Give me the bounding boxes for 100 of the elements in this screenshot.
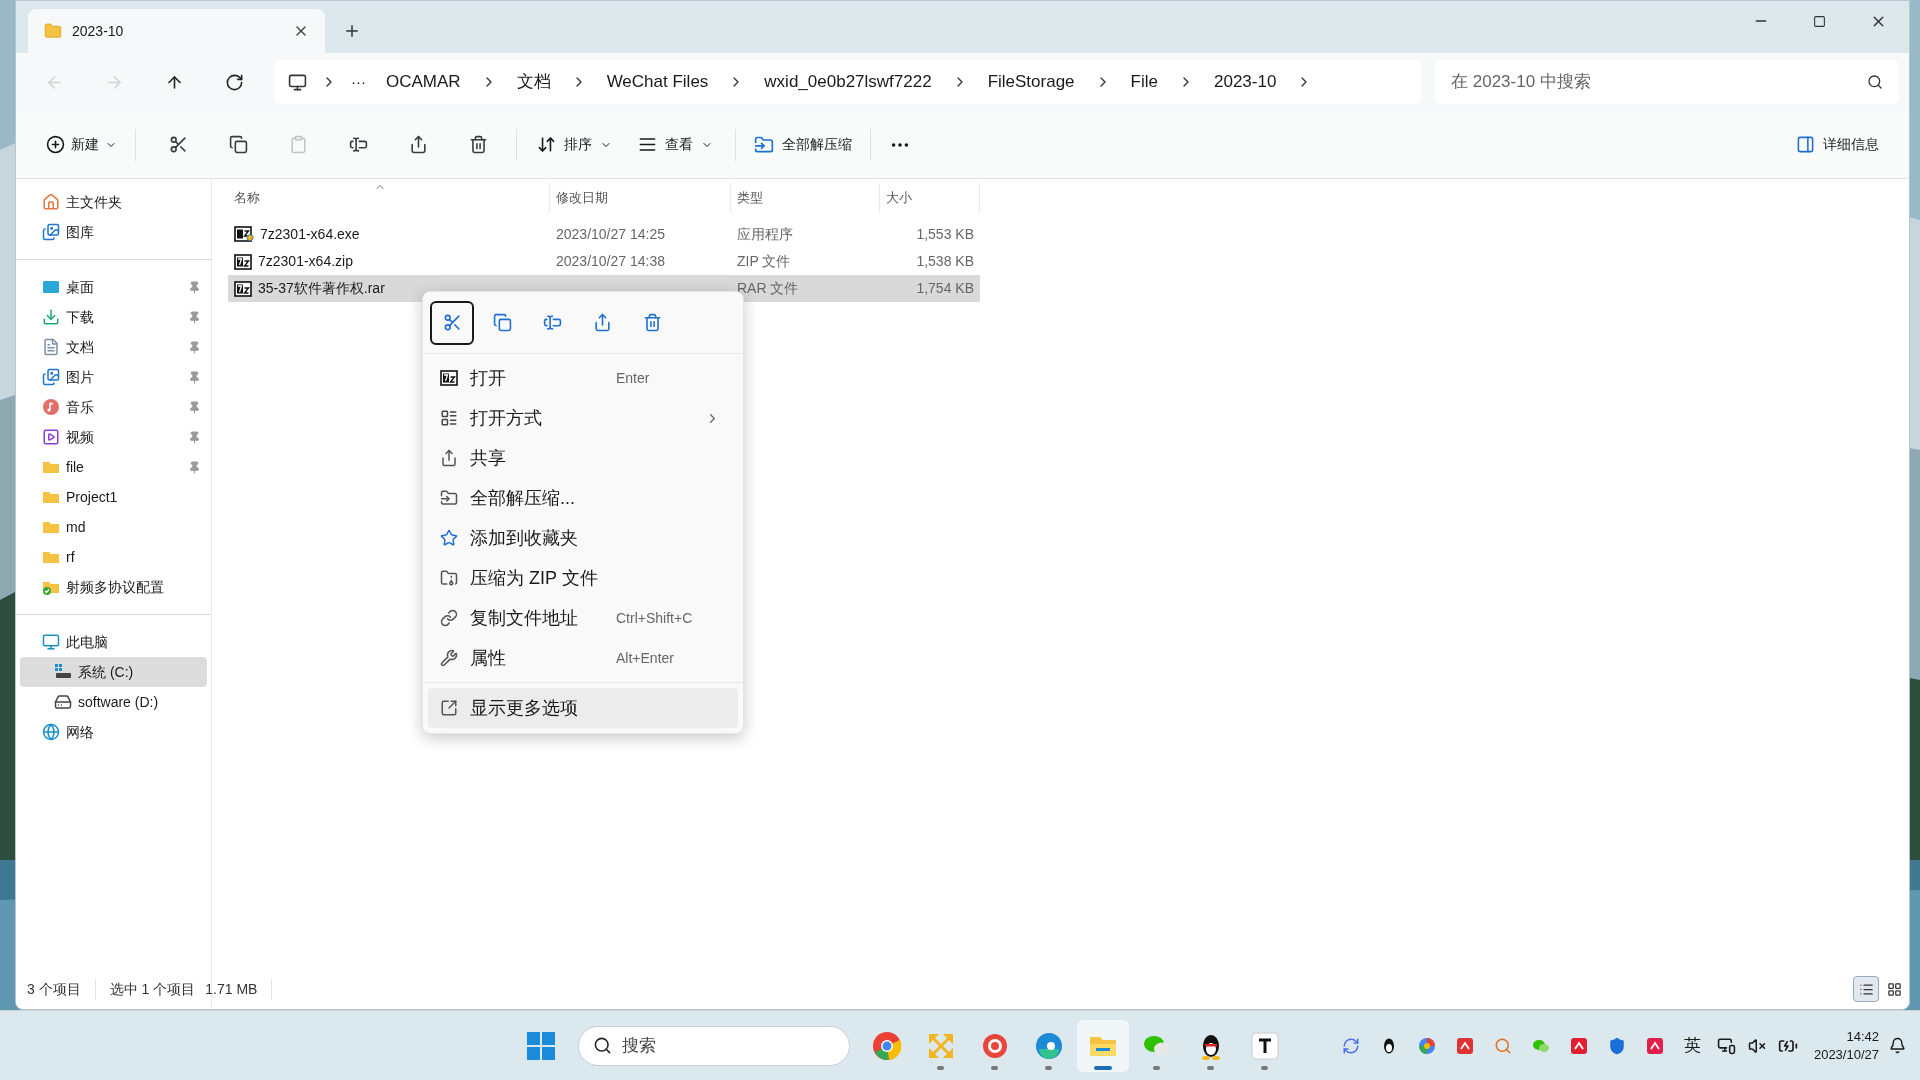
tab[interactable]: 2023-10 — [28, 9, 325, 53]
list-icon — [1858, 981, 1874, 997]
mute-icon[interactable] — [1747, 1036, 1766, 1055]
file-row[interactable]: 7z2301-x64.zip 2023/10/27 14:38 ZIP 文件 1,538 KB — [228, 248, 980, 275]
column-header[interactable]: 名称 — [228, 183, 550, 213]
file-size: 1,754 KB — [915, 279, 975, 298]
desktop-icon — [42, 278, 60, 296]
sidebar-item[interactable]: Project1 — [20, 482, 207, 512]
open-with-icon — [440, 409, 458, 427]
breadcrumb[interactable]: FileStorage — [981, 69, 1081, 95]
app-icon[interactable] — [1455, 1036, 1474, 1055]
sidebar-item[interactable]: 桌面 — [20, 272, 207, 302]
menu-item[interactable]: 复制文件地址 Ctrl+Shift+C — [428, 598, 738, 638]
sidebar-item[interactable]: 下载 — [20, 302, 207, 332]
breadcrumb[interactable]: wxid_0e0b27lswf7222 — [758, 69, 938, 95]
tab-title: 2023-10 — [72, 21, 125, 41]
sidebar-item[interactable]: software (D:) — [20, 687, 207, 717]
shield-icon[interactable] — [1607, 1036, 1626, 1055]
share-icon — [408, 135, 428, 154]
app-icon[interactable] — [1569, 1036, 1588, 1055]
trash-icon — [642, 313, 662, 332]
sidebar-item[interactable]: 主文件夹 — [20, 187, 207, 217]
sort-button[interactable]: 排序 — [525, 124, 624, 165]
file-name: 7z2301-x64.exe — [260, 225, 360, 244]
browser-icon[interactable] — [871, 1030, 902, 1061]
sidebar-item[interactable]: 射频多协议配置 — [20, 572, 207, 602]
refresh-icon[interactable] — [224, 72, 244, 92]
app-icon[interactable] — [1417, 1036, 1436, 1055]
sidebar-item[interactable]: 音乐 — [20, 392, 207, 422]
search-icon[interactable] — [1493, 1036, 1512, 1055]
menu-item[interactable]: 添加到收藏夹 — [428, 518, 738, 558]
extract-button[interactable]: 全部解压缩 — [744, 124, 862, 165]
document-icon — [42, 338, 60, 356]
sidebar-item[interactable]: 视频 — [20, 422, 207, 452]
menu-item[interactable]: 显示更多选项 — [428, 688, 738, 728]
menu-item[interactable]: 打开 Enter — [428, 358, 738, 398]
network-icon[interactable] — [1716, 1036, 1736, 1055]
editor-icon[interactable] — [1249, 1030, 1280, 1061]
breadcrumb[interactable]: OCAMAR — [380, 69, 467, 95]
path-icon — [440, 609, 458, 627]
search-field[interactable]: 在 2023-10 中搜索 — [1435, 60, 1899, 104]
rename-icon — [348, 135, 368, 154]
drive-icon — [54, 693, 72, 711]
breadcrumb[interactable]: 2023-10 — [1208, 69, 1283, 95]
scissors-button[interactable] — [430, 300, 474, 345]
home-icon — [42, 193, 60, 211]
selection-size: 1.71 MB — [205, 978, 273, 1000]
sidebar-item[interactable]: md — [20, 512, 207, 542]
address-bar[interactable]: ··· OCAMAR 文档 WeChat Files wxid_0e0b27lswf7222 FileStorage File 2023-10 — [274, 60, 1421, 104]
sync-icon[interactable] — [1341, 1036, 1360, 1055]
sidebar-item[interactable]: 网络 — [20, 717, 207, 747]
sidebar-item[interactable]: 图片 — [20, 362, 207, 392]
music-icon — [42, 398, 60, 416]
menu-item[interactable]: 全部解压缩... — [428, 478, 738, 518]
video-icon — [42, 428, 60, 446]
breadcrumb[interactable]: File — [1124, 69, 1164, 95]
sidebar-item[interactable]: 此电脑 — [20, 627, 207, 657]
view-button[interactable]: 查看 — [624, 124, 727, 165]
column-header[interactable]: 大小 — [880, 183, 980, 213]
breadcrumb[interactable]: 文档 — [510, 69, 557, 95]
taskbar-search[interactable]: 搜索 — [577, 1025, 850, 1066]
network-icon — [42, 723, 60, 741]
sidebar-item[interactable]: 系统 (C:) — [20, 657, 207, 687]
installer-icon — [234, 226, 254, 243]
item-count: 3 个项目 — [27, 978, 96, 1000]
maximize-icon[interactable] — [1813, 14, 1826, 28]
sidebar-item[interactable]: 图库 — [20, 217, 207, 247]
new-button[interactable]: 新建 — [40, 124, 123, 165]
expand-icon — [440, 699, 458, 717]
archive-icon — [234, 280, 252, 297]
file-row[interactable]: 7z2301-x64.exe 2023/10/27 14:25 应用程序 1,553 KB — [228, 221, 980, 248]
browser-icon[interactable] — [1033, 1030, 1064, 1061]
menu-item[interactable]: 压缩为 ZIP 文件 — [428, 558, 738, 598]
rename-icon — [542, 313, 562, 332]
sidebar-item[interactable]: rf — [20, 542, 207, 572]
app-icon[interactable] — [1645, 1036, 1664, 1055]
column-header[interactable]: 类型 — [731, 183, 880, 213]
clock-date[interactable]: 2023/10/27 — [1813, 1045, 1879, 1064]
sidebar-item[interactable]: file — [20, 452, 207, 482]
notification-icon[interactable] — [1889, 1037, 1906, 1054]
lines-icon — [638, 135, 657, 154]
gallery-icon — [42, 223, 60, 241]
sidebar-item[interactable]: 文档 — [20, 332, 207, 362]
modified-date: 2023/10/27 14:38 — [555, 252, 666, 271]
clipboard-icon — [288, 135, 308, 154]
clock-time[interactable]: 14:42 — [1846, 1027, 1879, 1046]
details-button[interactable]: 详细信息 — [1790, 124, 1885, 165]
selection-count: 选中 1 个项目 — [108, 979, 197, 999]
input-method-indicator[interactable]: 英 — [1683, 1032, 1701, 1059]
breadcrumb-overflow[interactable]: ··· — [351, 70, 366, 94]
menu-item[interactable]: 属性 Alt+Enter — [428, 638, 738, 678]
column-header[interactable]: 修改日期 — [550, 183, 731, 213]
menu-item[interactable]: 打开方式 — [428, 398, 738, 438]
new-tab-icon[interactable] — [343, 22, 361, 40]
details-view-button[interactable] — [1853, 976, 1879, 1002]
extract-icon — [440, 489, 458, 507]
menu-item[interactable]: 共享 — [428, 438, 738, 478]
start-icon[interactable] — [525, 1030, 556, 1061]
extract-icon — [754, 134, 774, 155]
breadcrumb[interactable]: WeChat Files — [600, 69, 715, 95]
